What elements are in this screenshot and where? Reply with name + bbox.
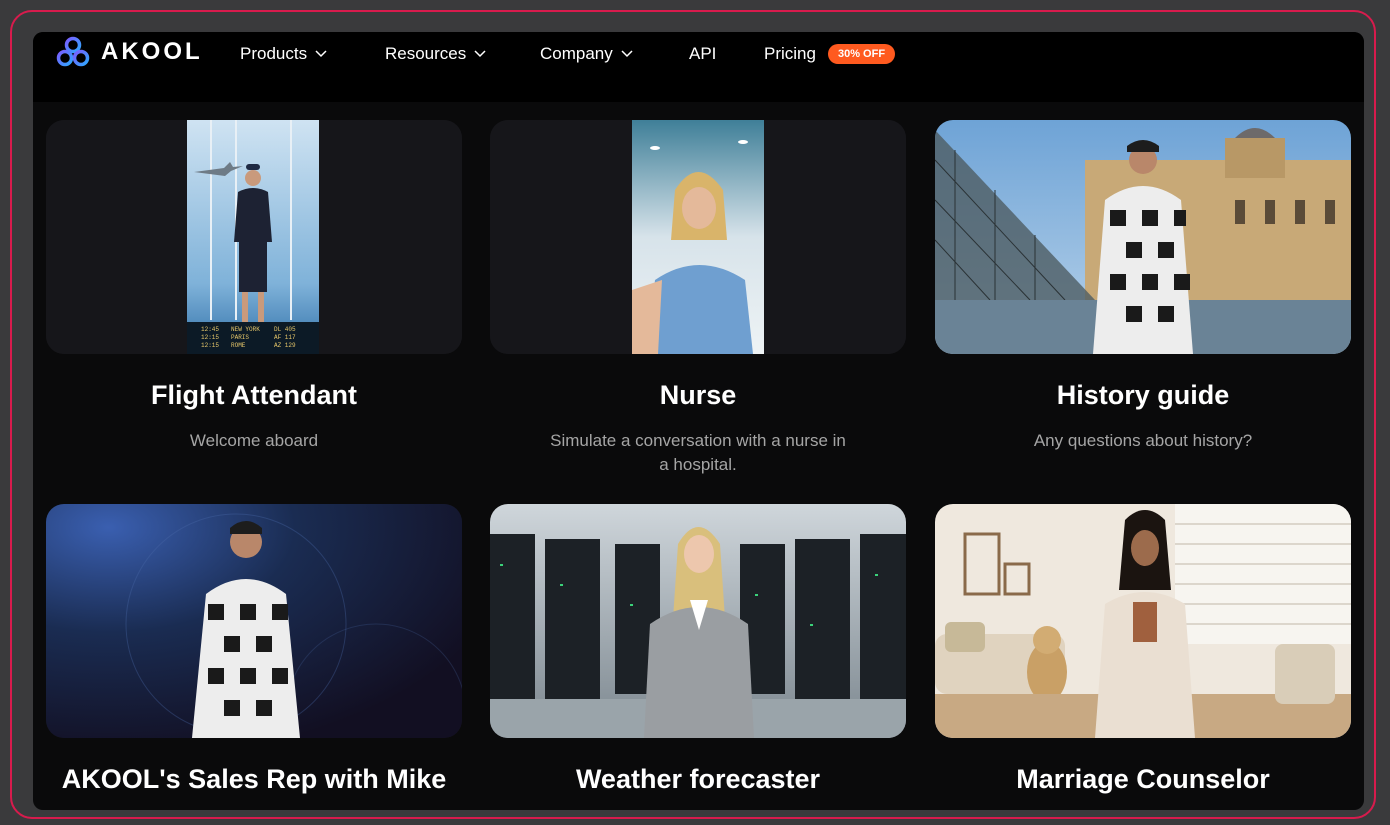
brand-name: AKOOL xyxy=(101,38,203,65)
card-title: History guide xyxy=(1056,380,1230,410)
nurse-image xyxy=(490,120,906,354)
akool-logo-icon xyxy=(56,36,90,67)
card-flight-attendant[interactable]: 12:45 NEW YORK DL 405 12:15 PARIS AF 117… xyxy=(46,120,462,480)
flight-attendant-image: 12:45 NEW YORK DL 405 12:15 PARIS AF 117… xyxy=(46,120,462,354)
nav-api-label: API xyxy=(689,44,717,63)
board-time-1: 12:15 xyxy=(201,334,219,341)
nav-resources[interactable]: Resources xyxy=(385,44,486,64)
card-description: Any questions about history? xyxy=(1033,431,1253,450)
card-thumbnail[interactable] xyxy=(490,120,906,354)
marriage-counselor-image xyxy=(935,504,1351,738)
nav-resources-label: Resources xyxy=(385,44,467,63)
discount-badge: 30% OFF xyxy=(827,44,896,64)
chevron-down-icon xyxy=(621,50,633,58)
nav-company-label: Company xyxy=(540,44,613,63)
board-flight-1: AF 117 xyxy=(274,334,296,341)
nav-products[interactable]: Products xyxy=(240,44,327,64)
top-nav: needs AKOOL Products Resources xyxy=(33,32,1364,102)
weather-forecaster-image xyxy=(490,504,906,738)
card-thumbnail[interactable] xyxy=(490,504,906,738)
board-flight-0: DL 405 xyxy=(274,326,296,333)
card-marriage-counselor[interactable]: Marriage Counselor xyxy=(935,504,1351,804)
nav-api[interactable]: API xyxy=(689,44,716,64)
history-guide-image xyxy=(935,120,1351,354)
card-weather-forecaster[interactable]: Weather forecaster xyxy=(490,504,906,804)
board-city-0: NEW YORK xyxy=(231,326,260,333)
board-time-2: 12:15 xyxy=(201,342,219,349)
card-title: AKOOL's Sales Rep with Mike xyxy=(61,764,447,794)
card-title: Flight Attendant xyxy=(151,380,357,410)
board-city-2: ROME xyxy=(231,342,246,349)
board-city-1: PARIS xyxy=(231,334,249,341)
board-flight-2: AZ 129 xyxy=(274,342,296,349)
card-thumbnail[interactable] xyxy=(935,120,1351,354)
nav-company[interactable]: Company xyxy=(540,44,633,64)
board-time-0: 12:45 xyxy=(201,326,219,333)
card-description: Welcome aboard xyxy=(189,431,319,450)
card-thumbnail[interactable] xyxy=(46,504,462,738)
card-thumbnail[interactable]: 12:45 NEW YORK DL 405 12:15 PARIS AF 117… xyxy=(46,120,462,354)
card-thumbnail[interactable] xyxy=(935,504,1351,738)
card-sales-rep[interactable]: AKOOL's Sales Rep with Mike xyxy=(46,504,462,804)
nav-pricing[interactable]: Pricing 30% OFF xyxy=(764,44,896,64)
card-nurse[interactable]: Nurse Simulate a conversation with a nur… xyxy=(490,120,906,480)
ghost-text: needs xyxy=(891,32,932,35)
card-title: Marriage Counselor xyxy=(1016,764,1270,794)
nav-pricing-label: Pricing xyxy=(764,44,816,63)
card-description: Simulate a conversation with a nurse in … xyxy=(550,431,846,474)
logo[interactable]: AKOOL xyxy=(55,36,203,68)
card-history-guide[interactable]: History guide Any questions about histor… xyxy=(935,120,1351,480)
card-title: Nurse xyxy=(659,380,737,410)
chevron-down-icon xyxy=(315,50,327,58)
nav-products-label: Products xyxy=(240,44,308,63)
page-window: needs AKOOL Products Resources xyxy=(33,32,1364,810)
chevron-down-icon xyxy=(474,50,486,58)
card-title: Weather forecaster xyxy=(575,764,821,794)
sales-rep-image xyxy=(46,504,462,738)
